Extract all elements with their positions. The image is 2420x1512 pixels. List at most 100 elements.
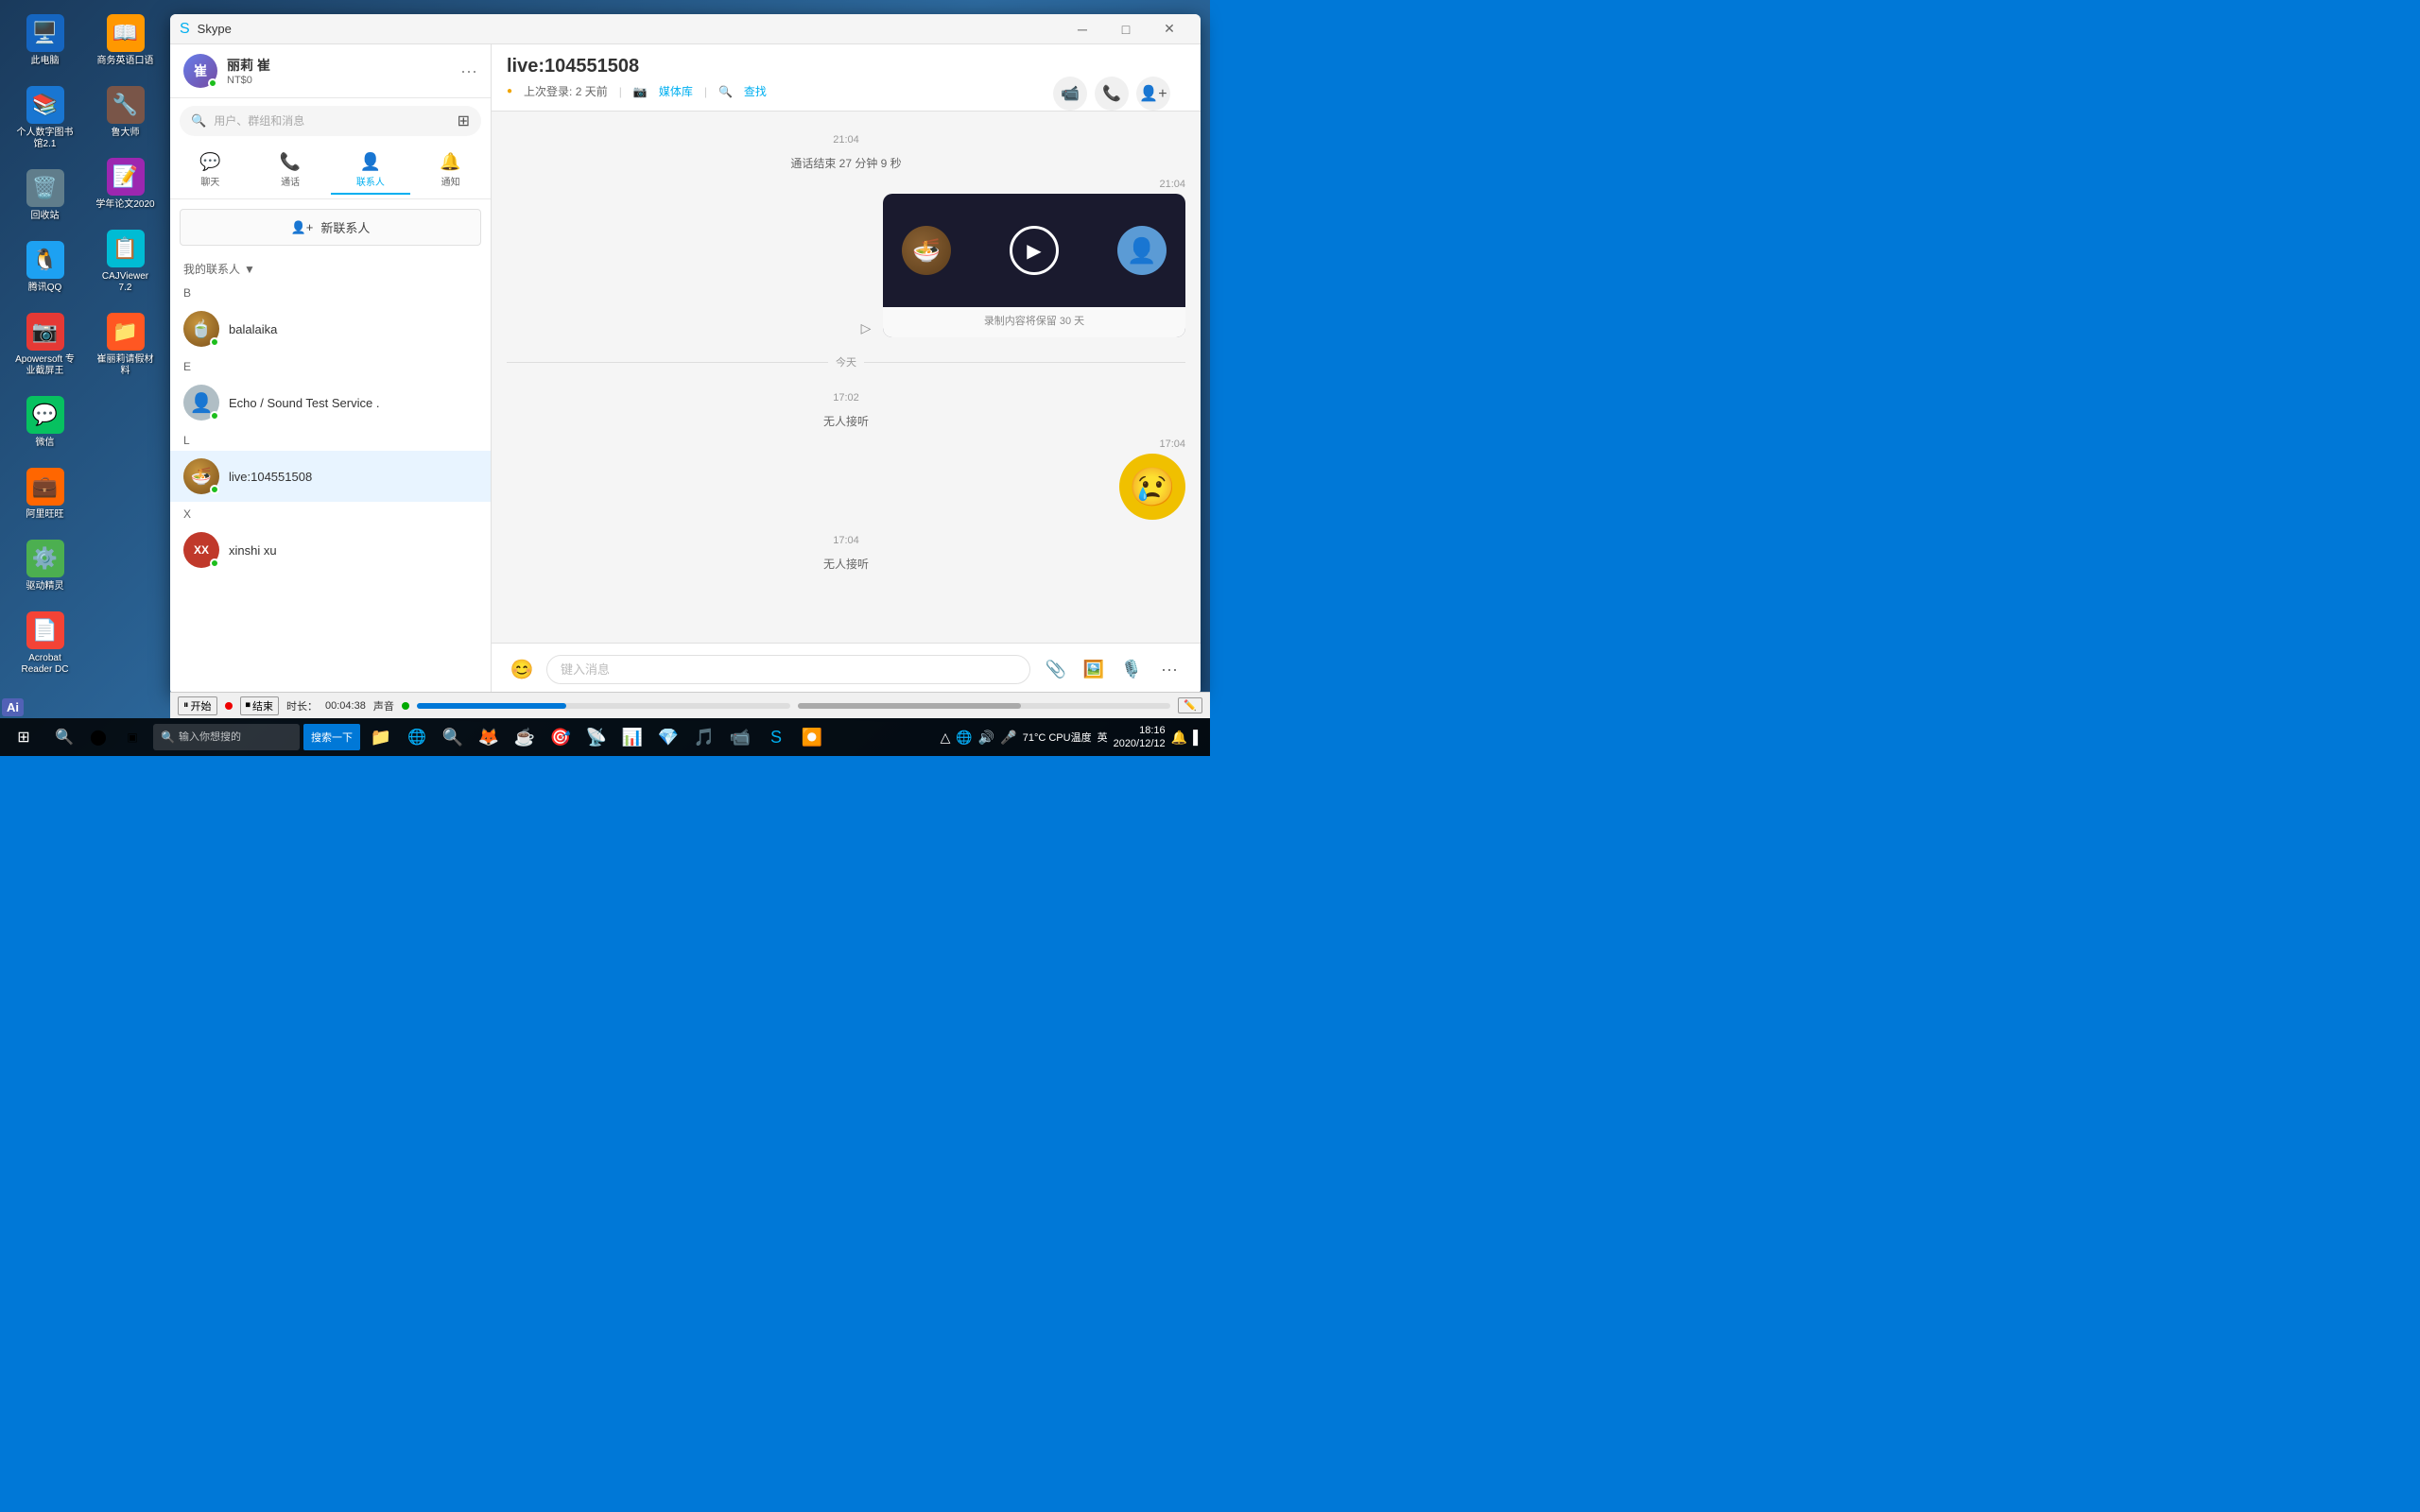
desktop-icon-driver[interactable]: ⚙️ 驱动精灵 xyxy=(9,535,80,597)
contact-xinshi[interactable]: XX xinshi xu xyxy=(170,524,491,576)
contact-echo[interactable]: 👤 Echo / Sound Test Service . xyxy=(170,377,491,428)
pen-tool-button[interactable]: ✏️ xyxy=(1178,697,1202,713)
desktop-icon-cajviewer[interactable]: 📋 CAJViewer 7.2 xyxy=(90,225,161,299)
contact-avatar-wrap: 👤 xyxy=(183,385,219,421)
more-options-button[interactable]: ··· xyxy=(460,61,477,81)
receiver-avatar: 👤 xyxy=(1117,226,1167,275)
tab-contacts[interactable]: 👤 联系人 xyxy=(331,147,411,195)
taskbar-app-chrome[interactable]: 🦊 xyxy=(472,720,506,754)
close-button[interactable]: ✕ xyxy=(1148,14,1191,44)
stop-record-button[interactable]: ⏹ 结束 xyxy=(240,696,280,715)
desktop-icon-lumaster[interactable]: 🔧 鲁大师 xyxy=(90,81,161,144)
nav-tabs: 💬 聊天 📞 通话 👤 联系人 🔔 通知 xyxy=(170,144,491,199)
emoji-button[interactable]: 😊 xyxy=(507,654,537,684)
image-button[interactable]: 🖼️ xyxy=(1078,653,1110,685)
volume-fill xyxy=(417,703,566,709)
taskbar-taskview[interactable]: ▣ xyxy=(115,720,149,754)
taskbar-app-search[interactable]: 🔍 xyxy=(436,720,470,754)
tray-mic[interactable]: 🎤 xyxy=(1000,730,1016,746)
tray-network[interactable]: 🌐 xyxy=(956,730,972,746)
tray-notification[interactable]: 🔔 xyxy=(1171,730,1187,746)
play-button[interactable]: ▶ xyxy=(1010,226,1059,275)
add-person-button[interactable]: 👤+ xyxy=(1136,77,1170,111)
taskbar-search-button[interactable]: 搜索一下 xyxy=(303,724,360,750)
title-bar: S Skype ─ □ ✕ xyxy=(170,14,1201,44)
add-contact-button[interactable]: 👤+ 新联系人 xyxy=(180,209,481,246)
xinshi-status xyxy=(210,558,219,568)
tray-clock[interactable]: 18:16 2020/12/12 xyxy=(1114,724,1166,751)
attachment-button[interactable]: 📎 xyxy=(1040,653,1072,685)
contact-balalaika[interactable]: 🍵 balalaika xyxy=(170,303,491,354)
taskbar-search-input[interactable] xyxy=(179,731,292,743)
recording-progress xyxy=(798,703,1171,709)
more-actions-button[interactable]: ··· xyxy=(1153,653,1185,685)
taskbar-app-gem[interactable]: 💎 xyxy=(651,720,685,754)
taskbar-app-game[interactable]: 🎯 xyxy=(544,720,578,754)
taskbar-app-music[interactable]: 🎵 xyxy=(687,720,721,754)
taskbar-app-skype[interactable]: S xyxy=(759,720,793,754)
contact-name: live:104551508 xyxy=(229,470,477,484)
search-link[interactable]: 查找 xyxy=(744,83,767,99)
tray-lang[interactable]: 英 xyxy=(1098,730,1108,745)
contact-info: xinshi xu xyxy=(229,543,477,558)
desktop-icon-wechat[interactable]: 💬 微信 xyxy=(9,391,80,454)
tab-call[interactable]: 📞 通话 xyxy=(251,147,331,195)
taskbar-app-video[interactable]: 📹 xyxy=(723,720,757,754)
skype-window: S Skype ─ □ ✕ 崔 丽莉 崔 NT$0 xyxy=(170,14,1201,695)
pause-record-button[interactable]: ⏸ ⏸ 开始 开始 xyxy=(178,696,217,715)
desktop-icon-acrobat[interactable]: 📄 Acrobat Reader DC xyxy=(9,607,80,680)
tab-chat[interactable]: 💬 聊天 xyxy=(170,147,251,195)
search-input[interactable] xyxy=(214,114,449,128)
time-value: 00:04:38 xyxy=(325,700,366,712)
start-button[interactable]: ⊞ xyxy=(0,718,47,756)
message-input[interactable] xyxy=(546,655,1030,684)
pause-icon: ⏸ xyxy=(183,699,189,712)
volume-label: 声音 xyxy=(373,698,394,713)
desktop-icon-library[interactable]: 📚 个人数字图书馆2.1 xyxy=(9,81,80,155)
microphone-button[interactable]: 🎙️ xyxy=(1115,653,1148,685)
desktop-icon-cuili[interactable]: 📁 崔丽莉请假材料 xyxy=(90,308,161,382)
desktop-icon-recycle[interactable]: 🗑️ 回收站 xyxy=(9,164,80,227)
contact-avatar-wrap: XX xyxy=(183,532,219,568)
grid-icon[interactable]: ⊞ xyxy=(458,112,470,130)
tray-expand[interactable]: △ xyxy=(941,730,951,746)
taskbar-app-data[interactable]: 📊 xyxy=(615,720,649,754)
taskbar-cortana[interactable]: ⬤ xyxy=(81,720,115,754)
section-l: L xyxy=(170,428,491,451)
desktop-icon-qq[interactable]: 🐧 腾讯QQ xyxy=(9,236,80,299)
taskbar-app-ie[interactable]: 🌐 xyxy=(400,720,434,754)
contact-live[interactable]: 🍜 live:104551508 xyxy=(170,451,491,502)
msg-time: 21:04 xyxy=(507,134,1185,146)
desktop-icon-label: 商务英语口语 xyxy=(97,56,154,67)
taskbar-app-network[interactable]: 📡 xyxy=(579,720,614,754)
profile-info: 丽莉 崔 NT$0 xyxy=(227,56,460,86)
voice-call-button[interactable]: 📞 xyxy=(1095,77,1129,111)
taskbar-app-record[interactable]: ⏺️ xyxy=(795,720,829,754)
taskbar-search-icon[interactable]: 🔍 xyxy=(47,720,81,754)
desktop-icon-thesis[interactable]: 📝 学年论文2020 xyxy=(90,153,161,215)
stop-icon: ⏹ xyxy=(246,699,251,712)
taskbar-app-java[interactable]: ☕ xyxy=(508,720,542,754)
taskbar-tray: △ 🌐 🔊 🎤 71°C CPU温度 英 18:16 2020/12/12 🔔 … xyxy=(933,724,1210,751)
maximize-button[interactable]: □ xyxy=(1104,14,1148,44)
media-library-link[interactable]: 媒体库 xyxy=(659,83,693,99)
my-contacts-header: 我的联系人 ▼ xyxy=(170,255,491,281)
desktop-icon-computer[interactable]: 🖥️ 此电脑 xyxy=(9,9,80,72)
video-call-button[interactable]: 📹 xyxy=(1053,77,1087,111)
tray-volume[interactable]: 🔊 xyxy=(978,730,994,746)
recording-card-inner: 🍜 ▶ 👤 xyxy=(883,194,1185,307)
skype-icon: S xyxy=(180,21,190,38)
desktop-icon-label: Acrobat Reader DC xyxy=(14,653,76,676)
taskbar-app-explorer[interactable]: 📁 xyxy=(364,720,398,754)
desktop-icon-alibaba[interactable]: 💼 阿里旺旺 xyxy=(9,463,80,525)
msg-timestamp: 21:04 xyxy=(1159,179,1185,190)
taskbar: ⊞ 🔍 ⬤ ▣ 🔍 搜索一下 📁 🌐 🔍 🦊 ☕ 🎯 📡 📊 💎 🎵 📹 S ⏺… xyxy=(0,718,1210,756)
tab-notify[interactable]: 🔔 通知 xyxy=(410,147,491,195)
minimize-button[interactable]: ─ xyxy=(1061,14,1104,44)
window-controls: ─ □ ✕ xyxy=(1061,14,1191,44)
desktop-icon-apowersoft[interactable]: 📷 Apowersoft 专业截屏王 xyxy=(9,308,80,382)
tab-chat-label: 聊天 xyxy=(200,174,219,188)
desktop-icon-label: 阿里旺旺 xyxy=(26,509,64,521)
tray-desktop[interactable]: ▌ xyxy=(1193,730,1202,745)
desktop-icon-english[interactable]: 📖 商务英语口语 xyxy=(90,9,161,72)
